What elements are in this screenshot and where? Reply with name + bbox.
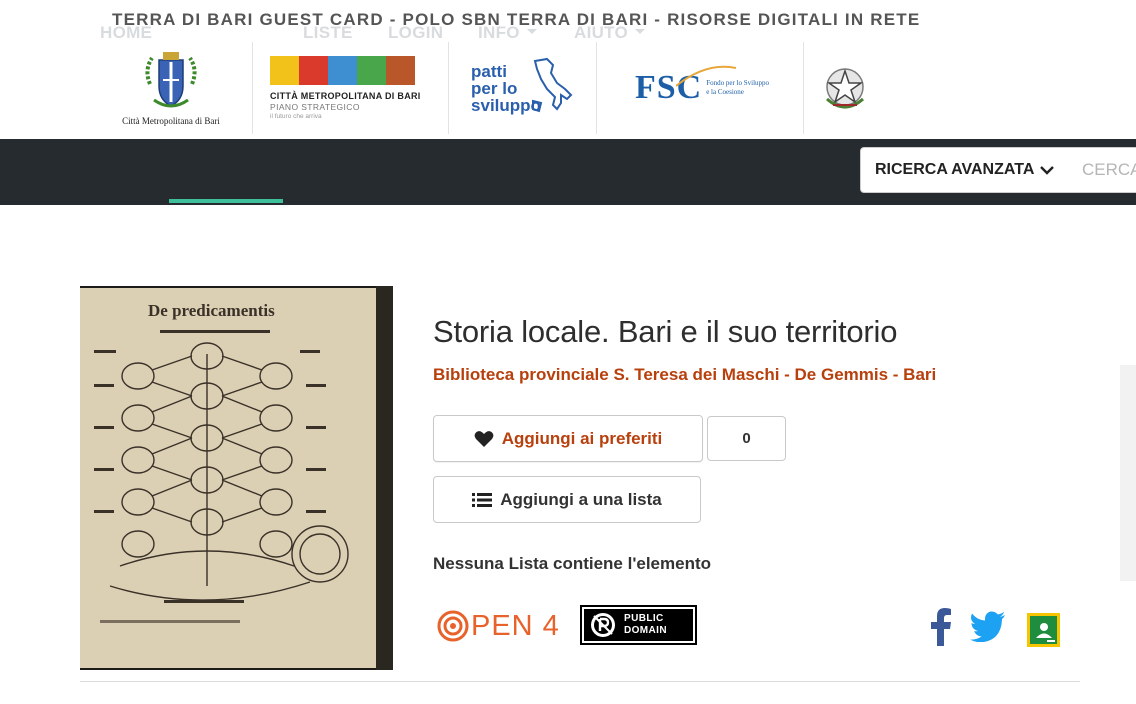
- item-title: Storia locale. Bari e il suo territorio: [433, 314, 898, 349]
- public-domain-line1: PUBLIC: [624, 613, 664, 624]
- metro-title: CITTÀ METROPOLITANA DI BARI: [270, 91, 421, 101]
- fsc-swoosh-icon: [676, 65, 736, 87]
- item-cover-image[interactable]: De predicamentis: [80, 286, 393, 670]
- bari-caption: Città Metropolitana di Bari: [122, 116, 220, 126]
- cover-heading: De predicamentis: [148, 301, 275, 320]
- add-to-favorites-button[interactable]: Aggiungi ai preferiti: [433, 415, 703, 462]
- italian-republic-emblem-icon: [826, 68, 864, 109]
- active-tab-indicator: [169, 199, 283, 203]
- nav-info-dropdown[interactable]: INFO: [478, 0, 537, 66]
- nav-home[interactable]: HOME: [100, 0, 152, 66]
- person-tile-icon: [270, 56, 299, 85]
- public-domain-line2: DOMAIN: [624, 625, 667, 636]
- nav-esplora[interactable]: ESPLORA: [189, 0, 273, 66]
- add-to-list-button[interactable]: Aggiungi a una lista: [433, 476, 701, 523]
- nav-login[interactable]: LOGIN: [388, 0, 443, 66]
- public-domain-badge[interactable]: PUBLIC DOMAIN: [580, 605, 697, 645]
- add-to-favorites-label: Aggiungi ai preferiti: [501, 428, 663, 448]
- caret-down-icon: [635, 29, 646, 35]
- section-divider: [80, 681, 1080, 682]
- open4-text: PEN 4: [471, 609, 560, 642]
- caret-down-icon: [526, 29, 537, 35]
- scrollable-edge: [1120, 365, 1136, 581]
- list-icon: [472, 492, 493, 507]
- search-mode-label: RICERCA AVANZATA: [875, 161, 1035, 178]
- logo-divider: [803, 42, 804, 134]
- no-list-message: Nessuna Lista contiene l'elemento: [433, 554, 712, 573]
- open4-logo-icon: [437, 610, 469, 642]
- open4-license-badge[interactable]: PEN 4: [437, 606, 560, 646]
- chevron-down-icon: [1040, 166, 1054, 175]
- nav-aiuto-label: AIUTO: [574, 23, 629, 42]
- item-owner-link[interactable]: Biblioteca provinciale S. Teresa dei Mas…: [433, 365, 936, 385]
- twitter-icon[interactable]: [970, 610, 1006, 642]
- public-domain-icon: [591, 613, 615, 637]
- logo-divider: [448, 42, 449, 134]
- nav-info-label: INFO: [478, 23, 520, 42]
- metro-subtitle: PIANO STRATEGICO: [270, 102, 360, 112]
- nav-aiuto-dropdown[interactable]: AIUTO: [574, 0, 646, 66]
- search-mode-select[interactable]: RICERCA AVANZATA: [860, 147, 1070, 193]
- add-to-list-label: Aggiungi a una lista: [500, 489, 662, 509]
- site-banner: TERRA DI BARI GUEST CARD - POLO SBN TERR…: [0, 0, 1136, 139]
- facebook-icon[interactable]: [928, 608, 952, 646]
- italy-map-icon: [531, 57, 573, 113]
- search-input[interactable]: [1069, 147, 1136, 193]
- leaf-tile-icon: [357, 56, 386, 85]
- heart-icon: [474, 430, 494, 447]
- nav-liste[interactable]: LISTE: [303, 0, 353, 66]
- google-classroom-icon[interactable]: [1027, 613, 1060, 647]
- favorites-count: 0: [707, 416, 786, 461]
- public-domain-text: PUBLIC DOMAIN: [624, 613, 667, 637]
- logo-repubblica-italiana[interactable]: [812, 42, 878, 134]
- cover-illustration: De predicamentis: [80, 286, 393, 670]
- metro-tagline: il futuro che arriva: [270, 113, 322, 120]
